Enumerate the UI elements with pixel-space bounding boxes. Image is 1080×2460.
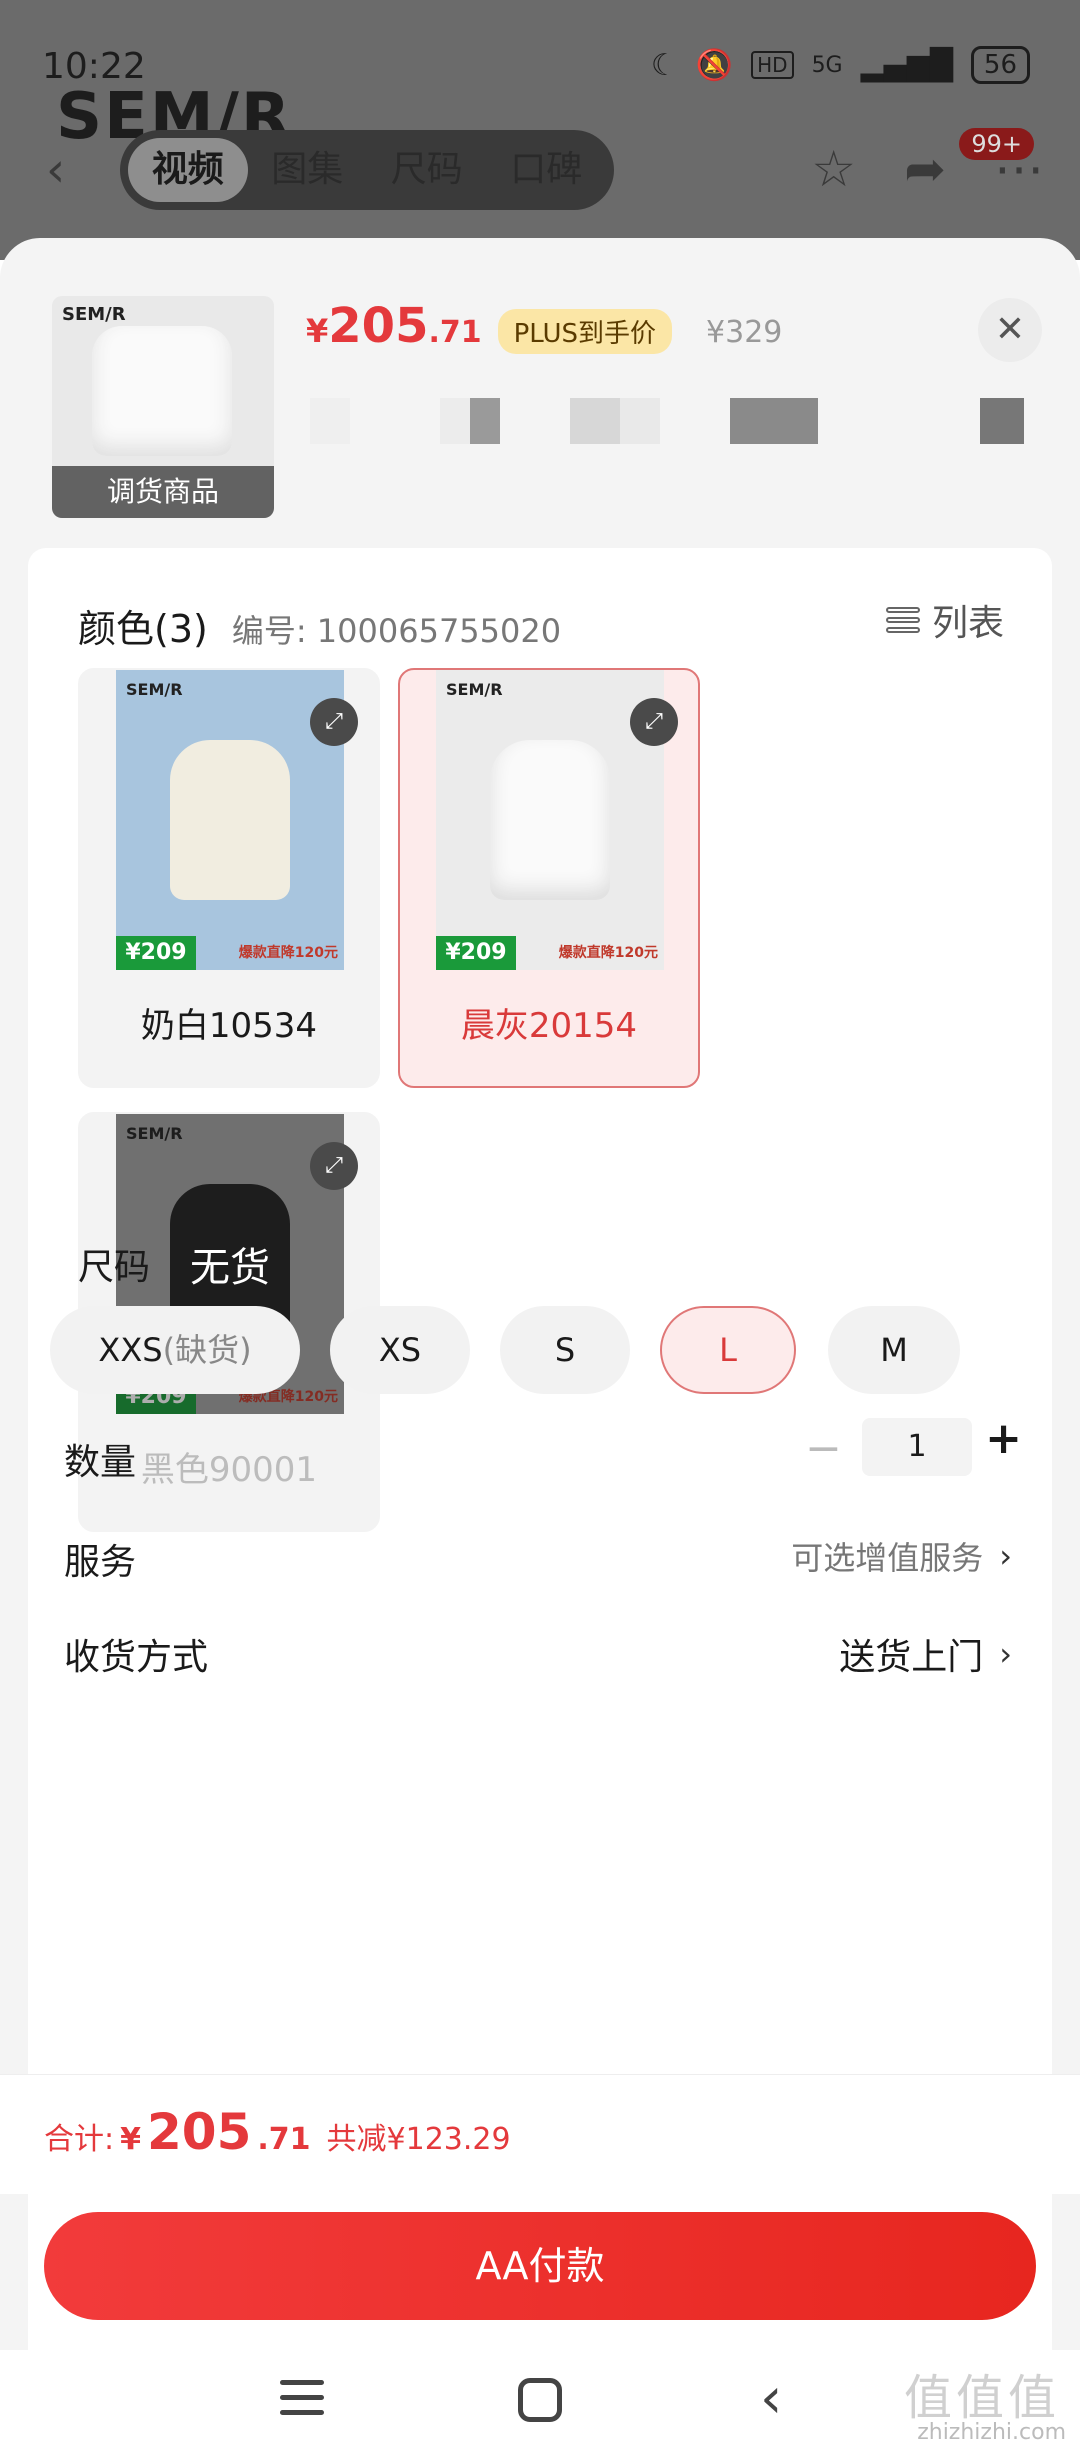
- product-code: 编号: 100065755020: [231, 612, 562, 650]
- blur-block: [470, 398, 500, 444]
- background-page: 10:22 ☾ 🔕 HD 5G ▂▄▆█ 56 SEM/R ‹ 视频 图集 尺码…: [0, 0, 1080, 260]
- back-icon[interactable]: ‹: [760, 2366, 782, 2431]
- total-integer: 205: [146, 2103, 252, 2161]
- quantity-label: 数量: [64, 1442, 137, 1483]
- price-decimal: .71: [428, 315, 482, 350]
- original-price: ¥329: [706, 315, 783, 350]
- thumb-label: 调货商品: [52, 466, 274, 518]
- current-price: ¥205.71: [306, 298, 482, 354]
- size-title: 尺码: [78, 1247, 151, 1288]
- image-price: ¥209: [116, 936, 196, 970]
- color-name: 奶白10534: [140, 1006, 318, 1046]
- watermark-logo: 值值值: [903, 2370, 1060, 2426]
- color-title: 颜色(3): [78, 607, 208, 651]
- list-icon: [885, 607, 920, 633]
- total-price: 合计: ¥205.71 共减¥123.29: [44, 2103, 511, 2161]
- service-label: 服务: [64, 1542, 137, 1583]
- tab-video[interactable]: 视频: [128, 138, 248, 202]
- close-icon[interactable]: ✕: [978, 298, 1042, 362]
- home-icon[interactable]: [518, 2378, 562, 2422]
- thumb-brand: SEM/R: [62, 304, 126, 325]
- product-thumbnail[interactable]: SEM/R 调货商品: [52, 296, 274, 518]
- size-label: XXS: [98, 1331, 163, 1369]
- top-nav: ‹ 视频 图集 尺码 口碑 ☆ ➦ ⋯ 99+: [0, 128, 1080, 210]
- mute-icon: 🔕: [695, 47, 734, 83]
- quantity-decrease-button[interactable]: −: [805, 1423, 842, 1474]
- size-option-xs[interactable]: XS: [330, 1306, 470, 1394]
- service-selector[interactable]: 可选增值服务 ›: [791, 1533, 1012, 1579]
- blurred-content: [310, 398, 1030, 444]
- image-tag: 爆款直降120元: [238, 945, 338, 961]
- size-suffix: (缺货): [162, 1331, 252, 1369]
- color-name: 晨灰20154: [460, 1006, 638, 1046]
- list-toggle-label: 列表: [931, 603, 1004, 644]
- aa-pay-button[interactable]: AA付款: [44, 2212, 1036, 2320]
- plus-price-tag: PLUS到手价: [497, 309, 673, 354]
- expand-icon[interactable]: ⤢: [310, 1142, 358, 1190]
- price-symbol: ¥: [306, 312, 329, 350]
- blur-block: [730, 398, 818, 444]
- color-option-milk-white[interactable]: SEM/R ¥209 爆款直降120元 ⤢ 奶白10534: [78, 668, 380, 1088]
- image-brand: SEM/R: [446, 680, 503, 699]
- image-price: ¥209: [436, 936, 516, 970]
- blur-block: [620, 398, 660, 444]
- size-option-xxs[interactable]: XXS(缺货): [50, 1306, 300, 1394]
- blur-block: [310, 398, 350, 444]
- chevron-right-icon: ›: [999, 1635, 1012, 1673]
- menu-icon[interactable]: [280, 2380, 324, 2415]
- quantity-increase-button[interactable]: +: [985, 1413, 1022, 1464]
- service-value: 可选增值服务: [791, 1539, 984, 1577]
- total-symbol: ¥: [120, 2122, 141, 2157]
- tab-reviews[interactable]: 口碑: [487, 138, 607, 202]
- star-icon[interactable]: ☆: [811, 140, 856, 198]
- total-saved: 共减¥123.29: [326, 2122, 511, 2157]
- size-option-s[interactable]: S: [500, 1306, 630, 1394]
- tab-gallery[interactable]: 图集: [248, 138, 368, 202]
- network-label: 5G: [811, 52, 843, 78]
- watermark-text: zhizhizhi.com: [917, 2420, 1066, 2445]
- hd-icon: HD: [751, 51, 794, 79]
- more-icon[interactable]: ⋯ 99+: [959, 128, 1044, 198]
- moon-icon: ☾: [650, 47, 678, 83]
- expand-icon[interactable]: ⤢: [310, 698, 358, 746]
- total-decimal: .71: [257, 2122, 311, 2157]
- top-right-actions: ☆ ➦ ⋯ 99+: [811, 128, 1044, 198]
- jacket-image: [490, 740, 610, 900]
- chevron-right-icon: ›: [999, 1537, 1012, 1575]
- blur-block: [980, 398, 1024, 444]
- image-tag: 爆款直降120元: [558, 945, 658, 961]
- blur-block: [570, 398, 620, 444]
- total-label: 合计:: [44, 2122, 115, 2157]
- jacket-image: [92, 326, 232, 456]
- battery-icon: 56: [970, 46, 1030, 84]
- order-summary: 合计: ¥205.71 共减¥123.29: [0, 2074, 1080, 2194]
- size-option-l[interactable]: L: [660, 1306, 796, 1394]
- blur-block: [440, 398, 470, 444]
- color-option-morning-gray[interactable]: SEM/R ¥209 爆款直降120元 ⤢ 晨灰20154: [398, 668, 700, 1088]
- quantity-input[interactable]: 1: [862, 1418, 972, 1476]
- media-tabs: 视频 图集 尺码 口碑: [120, 130, 614, 210]
- jacket-image: [170, 740, 290, 900]
- message-badge: 99+: [959, 128, 1034, 160]
- delivery-label: 收货方式: [64, 1637, 209, 1678]
- signal-icon: ▂▄▆█: [860, 47, 953, 83]
- expand-icon[interactable]: ⤢: [630, 698, 678, 746]
- price-row: ¥205.71 PLUS到手价 ¥329: [306, 298, 782, 354]
- delivery-selector[interactable]: 送货上门 ›: [839, 1628, 1012, 1680]
- tab-size[interactable]: 尺码: [367, 138, 487, 202]
- status-icons: ☾ 🔕 HD 5G ▂▄▆█ 56: [651, 46, 1030, 84]
- color-header: 颜色(3) 编号: 100065755020: [78, 598, 561, 653]
- price-integer: 205: [328, 298, 429, 354]
- delivery-value: 送货上门: [839, 1637, 984, 1678]
- share-icon[interactable]: ➦: [904, 140, 946, 198]
- back-icon[interactable]: ‹: [46, 142, 65, 198]
- image-brand: SEM/R: [126, 680, 183, 699]
- size-option-m[interactable]: M: [828, 1306, 960, 1394]
- list-view-toggle[interactable]: 列表: [885, 594, 1004, 646]
